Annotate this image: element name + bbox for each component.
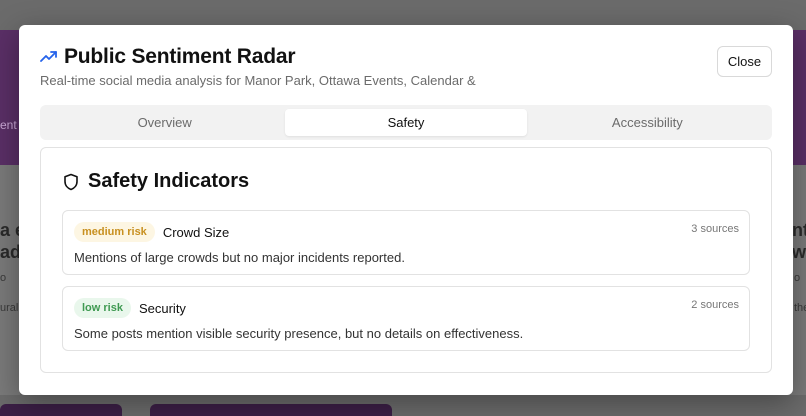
background-text-fragment: ad	[0, 242, 22, 262]
background-button	[150, 404, 392, 416]
background-text-fragment: w	[792, 242, 806, 262]
sentiment-radar-dialog: Public Sentiment Radar Real-time social …	[19, 25, 793, 395]
indicator-name: Security	[138, 300, 186, 316]
background-text-fragment: ent	[0, 118, 17, 132]
tab-accessibility[interactable]: Accessibility	[527, 109, 768, 136]
risk-badge: low risk	[74, 298, 131, 318]
dialog-header: Public Sentiment Radar Real-time social …	[40, 45, 773, 88]
shield-icon	[63, 173, 79, 191]
background-text-fragment: ural	[0, 302, 19, 314]
dialog-title: Public Sentiment Radar	[64, 45, 296, 68]
source-count: 2 sources	[691, 299, 739, 311]
indicator-description: Mentions of large crowds but no major in…	[74, 250, 405, 265]
source-count: 3 sources	[691, 223, 739, 235]
safety-indicator-card: medium risk Crowd Size 3 sources Mention…	[62, 210, 750, 275]
background-text-fragment: nt	[792, 220, 806, 240]
background-text-fragment: o	[794, 272, 801, 284]
background-button	[0, 404, 122, 416]
safety-indicator-card: low risk Security 2 sources Some posts m…	[62, 286, 750, 351]
background-text-fragment: the	[794, 302, 806, 314]
tab-safety[interactable]: Safety	[285, 109, 527, 136]
trending-up-icon	[40, 48, 58, 66]
risk-badge: medium risk	[74, 222, 155, 242]
indicator-description: Some posts mention visible security pres…	[74, 326, 524, 341]
panel-title: Safety Indicators	[88, 170, 250, 192]
dialog-subtitle: Real-time social media analysis for Mano…	[40, 73, 476, 88]
tab-overview[interactable]: Overview	[44, 109, 285, 136]
tab-bar: Overview Safety Accessibility	[40, 105, 772, 140]
indicator-name: Crowd Size	[162, 224, 230, 240]
safety-panel: Safety Indicators medium risk Crowd Size…	[40, 147, 772, 373]
close-button[interactable]: Close	[717, 46, 772, 77]
background-text-fragment: o	[0, 272, 7, 284]
